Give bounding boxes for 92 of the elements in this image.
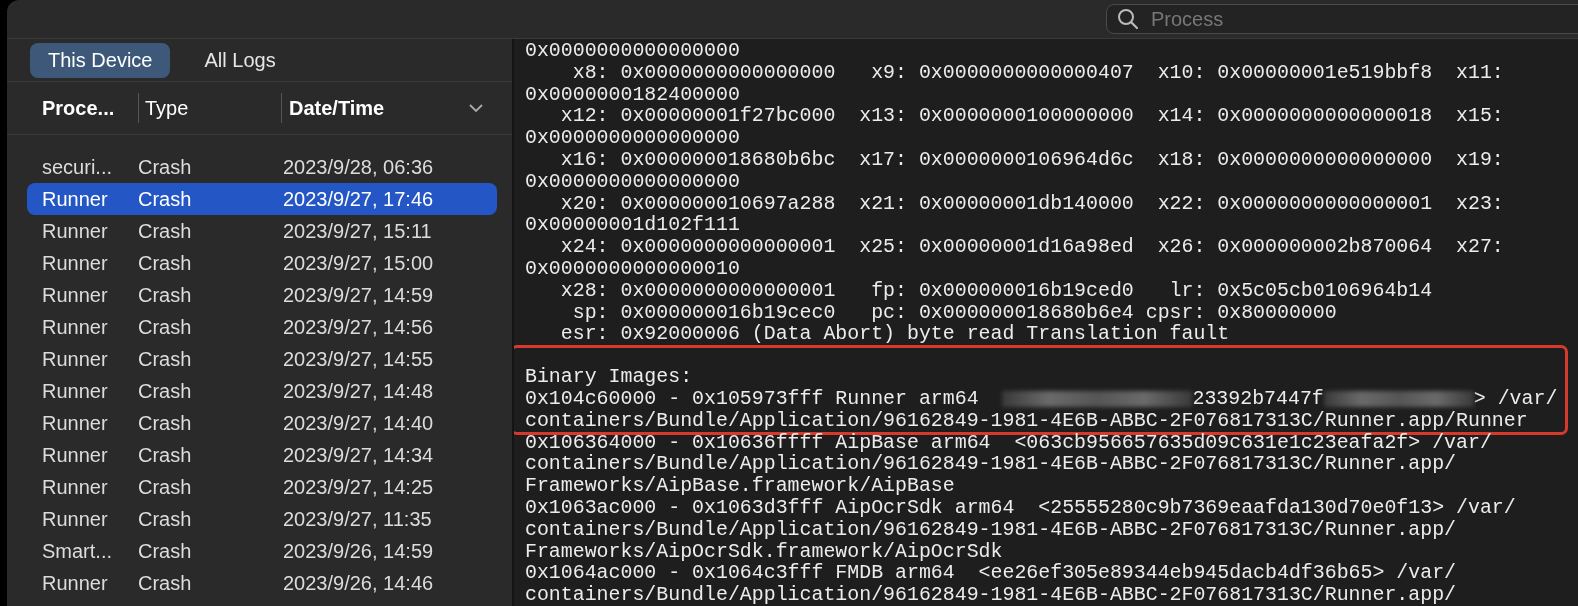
datetime-cell-text: 2023/9/26, 14:46	[283, 571, 435, 595]
datetime-cell-text: 2023/9/27, 11:35	[283, 507, 433, 531]
datetime-cell-text: 2023/9/27, 17:46	[283, 187, 435, 211]
datetime-cell-text: 2023/9/27, 15:00	[283, 251, 435, 275]
datetime-cell-text: 2023/9/27, 14:34	[283, 443, 435, 467]
type-cell-text: Crash	[138, 155, 193, 179]
log-text: > /var/	[1473, 386, 1558, 410]
log-line: Binary Images:	[525, 366, 693, 388]
process-cell-text: Runner	[41, 219, 109, 243]
type-cell-text: Crash	[138, 283, 193, 307]
log-line: 0x0000000000000000	[525, 170, 741, 193]
process-cell-text: Smart...	[41, 539, 113, 563]
log-row[interactable]: Smart... Crash 2023/9/26, 14:59	[27, 535, 497, 567]
log-line: 0x1064ac000 - 0x1064c3fff FMDB arm64 <ee26ef305e89344eb945dacb4df36b65> /var/	[525, 562, 1458, 585]
log-row[interactable]: securi... Crash 2023/9/28, 06:36	[27, 151, 497, 183]
log-line: Frameworks/AipOcrSdk.framework/AipOcrSdk	[525, 540, 1004, 563]
log-line: x16: 0x000000018680b6bc x17: 0x0000000106964d6c x18: 0x0000000000000000 x19:	[559, 149, 1505, 171]
type-cell-text: Crash	[138, 379, 193, 403]
log-row[interactable]: Runner Crash 2023/9/27, 14:55	[27, 343, 497, 375]
log-row[interactable]: Runner Crash 2023/9/27, 14:40	[27, 407, 497, 439]
log-line: 0x1063ac000 - 0x1063d3fff AipOcrSdk arm64 <25555280c9b7369eaafda130d70e0f13> /var/	[525, 496, 1517, 519]
datetime-cell-text: 2023/9/26, 14:59	[283, 539, 435, 563]
column-label: Proce...	[42, 96, 115, 120]
log-row[interactable]: Runner Crash 2023/9/27, 14:56	[27, 311, 497, 343]
log-line: esr: 0x92000006 (Data Abort) byte read Translation fault	[559, 323, 1231, 346]
log-line: 0x0000000000000010	[525, 257, 741, 280]
tab[interactable]: This Device	[30, 42, 171, 78]
type-cell-text: Crash	[138, 315, 193, 339]
column-header[interactable]: Type	[139, 93, 282, 123]
process-cell-text: Runner	[41, 379, 109, 403]
type-cell-text: Crash	[138, 571, 193, 595]
process-cell-text: Runner	[41, 347, 109, 371]
process-cell-text: securi...	[41, 155, 114, 179]
datetime-cell-text: 2023/9/27, 14:40	[283, 411, 435, 435]
process-cell-text: Runner	[41, 571, 109, 595]
log-line: x20: 0x000000010697a288 x21: 0x00000001db140000 x22: 0x0000000000000001 x23:	[559, 192, 1505, 215]
process-cell-text: Runner	[41, 411, 109, 435]
type-cell-text: Crash	[138, 187, 193, 211]
column-header[interactable]: Proce...	[7, 93, 139, 123]
log-line: x12: 0x00000001f27bc000 x13: 0x0000000100000000 x14: 0x0000000000000018 x15:	[559, 105, 1505, 128]
log-row[interactable]: Runner Crash 2023/9/27, 14:25	[27, 471, 497, 503]
log-line: 0x0000000182400000	[525, 83, 741, 106]
log-line: 0x0000000000000000	[525, 127, 741, 149]
process-cell-text: Runner	[41, 251, 109, 275]
log-row[interactable]: Runner Crash 2023/9/26, 14:46	[27, 567, 497, 599]
datetime-cell-text: 2023/9/27, 14:59	[283, 283, 435, 307]
datetime-cell-text: 2023/9/27, 14:25	[283, 475, 435, 499]
log-line: containers/Bundle/Application/96162849-1981-4E6B-ABBC-2F076817313C/Runner.app/	[525, 453, 1458, 476]
column-label: Date/Time	[289, 96, 385, 120]
type-cell-text: Crash	[138, 347, 193, 371]
log-line: x24: 0x0000000000000001 x25: 0x00000001d16a98ed x26: 0x000000002b870064 x27:	[559, 236, 1505, 258]
log-row[interactable]: Runner Crash 2023/9/27, 17:46	[27, 183, 497, 215]
log-row[interactable]: Runner Crash 2023/9/27, 15:00	[27, 247, 497, 279]
log-line: containers/Bundle/Application/96162849-1981-4E6B-ABBC-2F076817313C/Runner.app/Runner	[525, 409, 1529, 432]
log-row[interactable]: Runner Crash 2023/9/27, 15:11	[27, 215, 497, 247]
log-line: 0x106364000 - 0x10636ffff AipBase arm64 <063cb956657635d09c631e1c23eafa2f> /var/	[525, 431, 1493, 454]
log-line: containers/Bundle/Application/96162849-1981-4E6B-ABBC-2F076817313C/Runner.app/	[525, 518, 1458, 541]
process-cell-text: Runner	[41, 507, 109, 531]
column-label: Type	[145, 96, 189, 120]
type-cell-text: Crash	[138, 475, 193, 499]
log-line: x8: 0x0000000000000000 x9: 0x0000000000000407 x10: 0x00000001e519bbf8 x11:	[571, 61, 1505, 84]
log-line: sp: 0x000000016b19cec0 pc: 0x000000018680b6e4 cpsr: 0x80000000	[571, 301, 1338, 324]
process-cell-text: Runner	[41, 187, 109, 211]
log-text: 23392b7447f	[1192, 386, 1324, 410]
type-cell-text: Crash	[138, 539, 193, 563]
datetime-cell-text: 2023/9/27, 14:55	[283, 347, 435, 371]
log-line: x28: 0x0000000000000001 fp: 0x000000016b19ced0 lr: 0x5c05cb0106964b14	[559, 279, 1434, 302]
type-cell-text: Crash	[138, 411, 193, 435]
log-line: containers/Bundle/Application/96162849-1981-4E6B-ABBC-2F076817313C/Runner.app/	[525, 584, 1458, 606]
process-cell-text: Runner	[41, 315, 109, 339]
datetime-cell-text: 2023/9/27, 15:11	[283, 219, 433, 243]
log-line: 0x0000000000000000	[525, 40, 741, 62]
type-cell-text: Crash	[138, 443, 193, 467]
tab[interactable]: All Logs	[186, 42, 294, 78]
log-line: 0x00000001d102f111	[525, 214, 741, 237]
process-cell-text: Runner	[41, 283, 109, 307]
log-line: Frameworks/AipBase.framework/AipBase	[525, 475, 956, 497]
process-cell-text: Runner	[41, 443, 109, 467]
log-row[interactable]: Runner Crash 2023/9/27, 14:34	[27, 439, 497, 471]
log-text: 0x104c60000 - 0x105973fff Runner arm64	[525, 386, 980, 410]
type-cell-text: Crash	[138, 219, 193, 243]
log-row[interactable]: Runner Crash 2023/9/27, 11:35	[27, 503, 497, 535]
log-row[interactable]: Runner Crash 2023/9/27, 14:59	[27, 279, 497, 311]
process-cell-text: Runner	[41, 475, 109, 499]
datetime-cell-text: 2023/9/27, 14:48	[283, 379, 435, 403]
datetime-cell-text: 2023/9/28, 06:36	[283, 155, 435, 179]
column-header[interactable]: Date/Time	[282, 93, 512, 123]
type-cell-text: Crash	[138, 507, 193, 531]
search-field[interactable]: Process	[1106, 4, 1578, 34]
log-row[interactable]: Runner Crash 2023/9/27, 14:48	[27, 375, 497, 407]
type-cell-text: Crash	[138, 251, 193, 275]
datetime-cell-text: 2023/9/27, 14:56	[283, 315, 435, 339]
